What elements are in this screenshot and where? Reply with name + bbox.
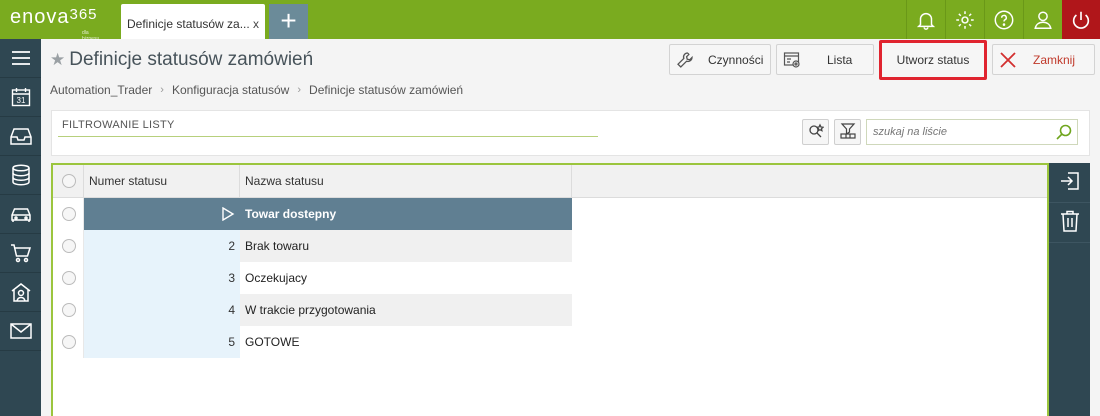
row-checkbox[interactable] bbox=[62, 239, 76, 253]
inbox-icon[interactable] bbox=[0, 117, 41, 156]
delete-record-button[interactable] bbox=[1049, 203, 1090, 243]
search-box bbox=[866, 119, 1078, 145]
breadcrumb-separator: › bbox=[160, 84, 164, 96]
select-all-column bbox=[53, 165, 84, 198]
filter-label[interactable]: FILTROWANIE LISTY bbox=[62, 119, 175, 131]
logo-subtitle: dla biznesu bbox=[82, 30, 100, 42]
calendar-day: 31 bbox=[16, 96, 25, 105]
table-row[interactable]: 5 GOTOWE bbox=[53, 326, 1047, 358]
new-tab-button[interactable]: + bbox=[269, 4, 308, 39]
row-number-cell: 4 bbox=[84, 294, 240, 326]
row-name-cell: Towar dostepny bbox=[240, 198, 572, 230]
action-toolbar: Czynności Lista Utworz status Zamknij bbox=[669, 40, 1095, 80]
breadcrumb-item-konfiguracja[interactable]: Konfiguracja statusów bbox=[172, 83, 289, 97]
row-name-cell: GOTOWE bbox=[245, 335, 300, 349]
lista-label: Lista bbox=[827, 52, 853, 67]
page-title: ★ Definicje statusów zamówień bbox=[50, 49, 313, 71]
row-checkbox[interactable] bbox=[62, 335, 76, 349]
database-icon[interactable] bbox=[0, 156, 41, 195]
search-star-icon bbox=[808, 123, 824, 142]
column-header-numer-statusu[interactable]: Numer statusu bbox=[84, 165, 240, 198]
czynnosci-button[interactable]: Czynności bbox=[669, 44, 771, 75]
search-input[interactable] bbox=[867, 120, 1047, 144]
mail-icon[interactable] bbox=[0, 312, 41, 351]
close-icon bbox=[993, 51, 1023, 69]
row-name-cell: Oczekujacy bbox=[245, 271, 308, 285]
enova-logo[interactable]: enova365 dla biznesu bbox=[10, 6, 99, 42]
row-number-cell: 2 bbox=[84, 230, 240, 262]
row-checkbox[interactable] bbox=[62, 271, 76, 285]
tab-close-button[interactable]: x bbox=[253, 17, 259, 31]
bell-icon[interactable] bbox=[906, 0, 945, 39]
current-row-arrow-icon bbox=[222, 207, 235, 221]
open-record-button[interactable] bbox=[1049, 163, 1090, 203]
utworz-status-button[interactable]: Utworz status bbox=[879, 40, 987, 80]
table-row[interactable]: 3 Oczekujacy bbox=[53, 262, 1047, 294]
search-advanced-button[interactable] bbox=[802, 119, 829, 145]
logo-text: enova bbox=[10, 6, 70, 28]
status-grid: Numer statusu Nazwa statusu Towar dostep… bbox=[51, 163, 1049, 416]
filter-divider bbox=[58, 136, 598, 137]
trash-icon bbox=[1060, 210, 1080, 235]
enter-icon bbox=[1059, 170, 1081, 195]
page-title-text: Definicje statusów zamówień bbox=[69, 49, 314, 70]
row-checkbox[interactable] bbox=[62, 207, 76, 221]
filter-settings-button[interactable] bbox=[834, 119, 861, 145]
calendar-icon[interactable]: 31 bbox=[0, 78, 41, 117]
zamknij-button[interactable]: Zamknij bbox=[992, 44, 1095, 75]
power-icon[interactable] bbox=[1062, 0, 1100, 39]
top-bar: enova365 dla biznesu Definicje statusów … bbox=[0, 0, 1100, 42]
help-icon[interactable] bbox=[984, 0, 1023, 39]
row-number-cell: 5 bbox=[84, 326, 240, 358]
home-person-icon[interactable] bbox=[0, 273, 41, 312]
filter-panel: FILTROWANIE LISTY bbox=[51, 110, 1090, 156]
zamknij-label: Zamknij bbox=[1033, 52, 1076, 67]
filter-grid-icon bbox=[839, 122, 856, 142]
search-icon[interactable] bbox=[1055, 123, 1073, 144]
user-icon[interactable] bbox=[1023, 0, 1062, 39]
cart-icon[interactable] bbox=[0, 234, 41, 273]
gear-icon[interactable] bbox=[945, 0, 984, 39]
car-icon[interactable] bbox=[0, 195, 41, 234]
row-number-cell bbox=[84, 198, 240, 230]
lista-button[interactable]: Lista bbox=[776, 44, 874, 75]
sidebar: 31 bbox=[0, 39, 41, 416]
wrench-icon bbox=[670, 51, 700, 69]
grid-action-bar bbox=[1049, 163, 1090, 416]
grid-header: Numer statusu Nazwa statusu bbox=[53, 165, 1047, 198]
breadcrumb: Automation_Trader › Konfiguracja statusó… bbox=[50, 83, 463, 97]
breadcrumb-item-definicje: Definicje statusów zamówień bbox=[309, 83, 464, 97]
menu-icon[interactable] bbox=[0, 39, 41, 78]
column-header-nazwa-statusu[interactable]: Nazwa statusu bbox=[240, 165, 572, 198]
list-settings-icon bbox=[777, 51, 807, 69]
utworz-status-label: Utworz status bbox=[896, 53, 970, 67]
tab-definicje-statusow[interactable]: Definicje statusów za... x bbox=[121, 4, 265, 39]
logo-number: 365 bbox=[69, 6, 98, 23]
row-name-cell: W trakcie przygotowania bbox=[240, 294, 572, 326]
czynnosci-label: Czynności bbox=[708, 52, 764, 67]
breadcrumb-separator: › bbox=[297, 84, 302, 96]
table-row[interactable]: 4 W trakcie przygotowania bbox=[53, 294, 1047, 326]
row-checkbox[interactable] bbox=[62, 303, 76, 317]
row-name-cell: Brak towaru bbox=[240, 230, 572, 262]
row-number-cell: 3 bbox=[84, 262, 240, 294]
star-icon[interactable]: ★ bbox=[50, 50, 65, 69]
breadcrumb-item-automation-trader[interactable]: Automation_Trader bbox=[50, 83, 152, 97]
select-all-checkbox[interactable] bbox=[62, 174, 76, 188]
tab-label: Definicje statusów za... bbox=[127, 17, 250, 31]
table-row[interactable]: Towar dostepny bbox=[53, 198, 1047, 230]
table-row[interactable]: 2 Brak towaru bbox=[53, 230, 1047, 262]
